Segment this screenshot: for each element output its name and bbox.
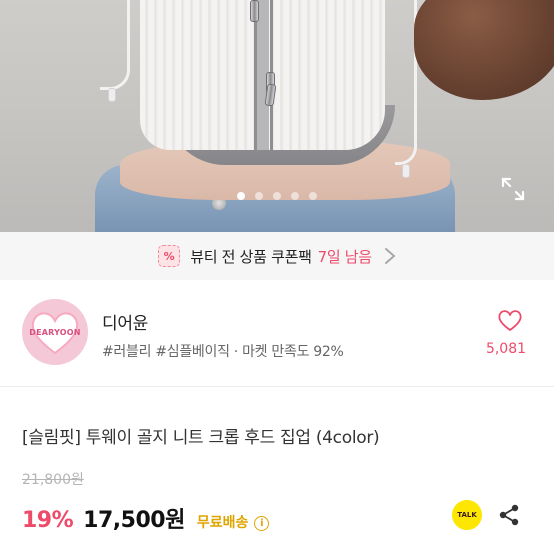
shop-info[interactable]: DEARYOON 디어윤 #러블리 #심플베이직 · 마켓 만족도 92% 5,… — [0, 280, 554, 386]
like-count: 5,081 — [485, 341, 527, 357]
zipper-pull — [250, 0, 259, 22]
coupon-banner[interactable]: % 뷰티 전 상품 쿠폰팩 7일 남음 — [0, 232, 554, 280]
shop-logo-text: DEARYOON — [29, 327, 81, 337]
expand-icon[interactable] — [500, 176, 526, 202]
discount-rate: 19% — [22, 508, 74, 533]
carousel-dots — [0, 192, 554, 204]
share-icon[interactable] — [498, 504, 520, 526]
hoodie-cord — [100, 0, 130, 90]
coupon-text: 뷰티 전 상품 쿠폰팩 — [190, 247, 312, 266]
sale-price: 17,500원 — [83, 508, 185, 533]
product-title: [슬림핏] 투웨이 골지 니트 크롭 후드 집업 (4color) — [22, 428, 380, 448]
coupon-percent-icon: % — [158, 245, 181, 267]
divider — [0, 386, 554, 387]
coupon-days-left: 7일 남음 — [317, 247, 373, 266]
shop-tags: #러블리 #심플베이직 · 마켓 만족도 92% — [102, 344, 344, 360]
original-price: 21,800원 — [22, 472, 84, 488]
price-row: 19% 17,500원 무료배송 i — [22, 502, 270, 534]
product-image-carousel[interactable] — [0, 0, 554, 232]
kakao-talk-button[interactable]: TALK — [452, 500, 482, 530]
carousel-dot[interactable] — [291, 192, 299, 200]
heart-icon[interactable] — [490, 307, 530, 333]
carousel-dot[interactable] — [237, 192, 245, 200]
info-icon[interactable]: i — [254, 516, 270, 531]
free-shipping-badge: 무료배송 — [196, 515, 249, 531]
carousel-dot[interactable] — [309, 192, 317, 200]
shop-name[interactable]: 디어윤 — [102, 309, 148, 334]
product-photo-hair — [414, 0, 554, 100]
carousel-dot[interactable] — [273, 192, 281, 200]
shop-avatar[interactable]: DEARYOON — [22, 299, 88, 365]
chevron-right-icon — [384, 248, 396, 264]
carousel-dot[interactable] — [255, 192, 263, 200]
